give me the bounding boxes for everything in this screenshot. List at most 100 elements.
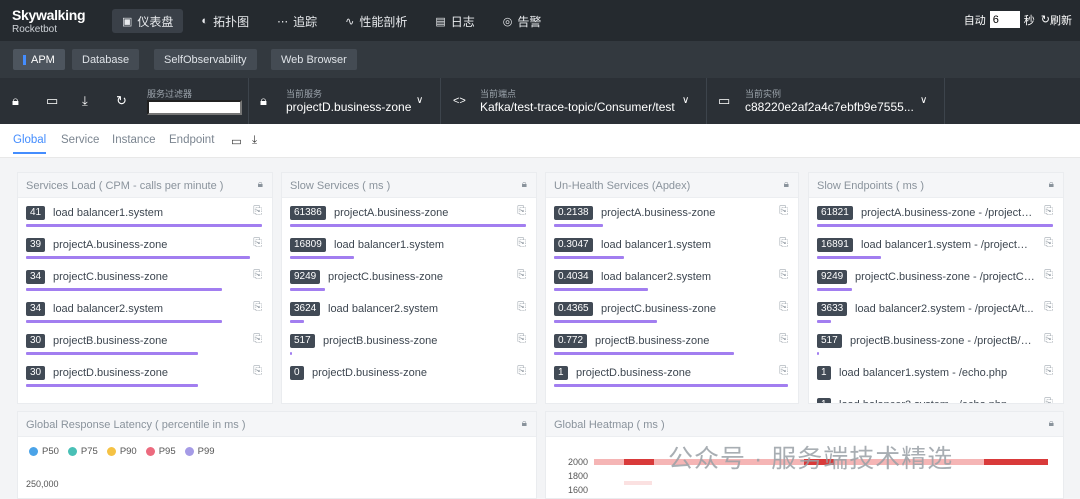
slow-service-row[interactable]: 16809 load balancer1.system ⎘ bbox=[290, 237, 526, 266]
heatmap-cell bbox=[624, 481, 652, 485]
copy-icon[interactable]: ⎘ bbox=[253, 269, 262, 282]
chevron-down-icon[interactable]: ∨ bbox=[416, 95, 423, 106]
copy-icon[interactable]: ⎘ bbox=[253, 301, 262, 314]
current-endpoint-select[interactable]: Kafka/test-trace-topic/Consumer/test bbox=[480, 100, 675, 114]
current-instance-select[interactable]: c88220e2af2a4c7ebfb9e7555... bbox=[745, 100, 914, 114]
nav-alarm[interactable]: ◎ 告警 bbox=[493, 9, 552, 33]
slow-endpoint-row[interactable]: 16891 load balancer1.system - /projectA/.… bbox=[817, 237, 1053, 266]
copy-icon[interactable]: ⎘ bbox=[779, 269, 788, 282]
copy-icon[interactable]: ⎘ bbox=[1044, 237, 1053, 250]
legend-p90[interactable]: P90 bbox=[106, 446, 137, 457]
slow-endpoint-row[interactable]: 61821 projectA.business-zone - /projectA.… bbox=[817, 205, 1053, 234]
copy-icon[interactable]: ⎘ bbox=[779, 301, 788, 314]
lock-icon[interactable]: 🔒︎ bbox=[522, 418, 527, 429]
nav-log[interactable]: ▤ 日志 bbox=[425, 9, 484, 33]
auto-interval-input[interactable] bbox=[989, 11, 1020, 28]
copy-icon[interactable]: ⎘ bbox=[517, 269, 526, 282]
copy-icon[interactable]: ⎘ bbox=[253, 365, 262, 378]
copy-icon[interactable]: ⎘ bbox=[517, 205, 526, 218]
copy-icon[interactable]: ⎘ bbox=[253, 237, 262, 250]
refresh-icon[interactable]: ↻ bbox=[1041, 13, 1050, 26]
nav-dashboard[interactable]: ▣ 仪表盘 bbox=[112, 9, 184, 33]
nav-profile[interactable]: ∿ 性能剖析 bbox=[335, 9, 417, 33]
value-bar bbox=[817, 288, 853, 291]
nav-topology[interactable]: ◐ 拓扑图 bbox=[191, 9, 259, 33]
slow-service-row[interactable]: 3624 load balancer2.system ⎘ bbox=[290, 301, 526, 330]
copy-icon[interactable]: ⎘ bbox=[517, 301, 526, 314]
unhealth-service-row[interactable]: 0.2138 projectA.business-zone ⎘ bbox=[554, 205, 788, 234]
slow-service-row[interactable]: 517 projectB.business-zone ⎘ bbox=[290, 333, 526, 362]
services-load-row[interactable]: 30 projectB.business-zone ⎘ bbox=[26, 333, 262, 362]
copy-icon[interactable]: ⎘ bbox=[517, 333, 526, 346]
reload-icon[interactable]: ↻ bbox=[116, 93, 127, 109]
skywalking-logo[interactable]: Skywalking Rocketbot bbox=[12, 7, 86, 35]
value-badge: 9249 bbox=[817, 270, 848, 284]
copy-icon[interactable]: ⎘ bbox=[1044, 205, 1053, 218]
chevron-down-icon[interactable]: ∨ bbox=[920, 95, 927, 106]
legend-p75[interactable]: P75 bbox=[67, 446, 98, 457]
services-load-row[interactable]: 41 load balancer1.system ⎘ bbox=[26, 205, 262, 234]
tab-web-browser[interactable]: Web Browser bbox=[271, 49, 357, 70]
subtab-global[interactable]: Global bbox=[13, 134, 47, 154]
copy-icon[interactable]: ⎘ bbox=[517, 365, 526, 378]
slow-service-row[interactable]: 0 projectD.business-zone ⎘ bbox=[290, 365, 526, 394]
copy-icon[interactable]: ⎘ bbox=[779, 365, 788, 378]
copy-icon[interactable]: ⎘ bbox=[1044, 301, 1053, 314]
refresh-button[interactable]: 刷新 bbox=[1050, 12, 1072, 28]
download-icon[interactable]: ⤓ bbox=[82, 93, 88, 109]
unhealth-service-row[interactable]: 0.4034 load balancer2.system ⎘ bbox=[554, 269, 788, 298]
lock-icon[interactable]: 🔒︎ bbox=[784, 179, 789, 190]
subtab-endpoint[interactable]: Endpoint bbox=[169, 134, 214, 146]
copy-icon[interactable]: ⎘ bbox=[1044, 333, 1053, 346]
copy-icon[interactable]: ⎘ bbox=[1044, 365, 1053, 378]
services-load-row[interactable]: 30 projectD.business-zone ⎘ bbox=[26, 365, 262, 394]
tab-database[interactable]: Database bbox=[72, 49, 140, 70]
unhealth-service-row[interactable]: 0.3047 load balancer1.system ⎘ bbox=[554, 237, 788, 266]
service-filter-input[interactable] bbox=[147, 100, 242, 115]
lock-icon[interactable]: 🔒︎ bbox=[1049, 179, 1054, 190]
folder-icon[interactable]: ▭ bbox=[231, 134, 242, 148]
services-load-row[interactable]: 34 load balancer2.system ⎘ bbox=[26, 301, 262, 330]
nav-trace[interactable]: ⋯ 追踪 bbox=[267, 9, 327, 33]
subtab-service[interactable]: Service bbox=[61, 134, 99, 146]
value-bar bbox=[554, 256, 625, 259]
copy-icon[interactable]: ⎘ bbox=[779, 205, 788, 218]
unhealth-service-row[interactable]: 0.4365 projectC.business-zone ⎘ bbox=[554, 301, 788, 330]
tab-apm[interactable]: APM bbox=[13, 49, 65, 70]
copy-icon[interactable]: ⎘ bbox=[1044, 269, 1053, 282]
slow-endpoint-row[interactable]: 3633 load balancer2.system - /projectA/t.… bbox=[817, 301, 1053, 330]
unhealth-service-row[interactable]: 0.772 projectB.business-zone ⎘ bbox=[554, 333, 788, 362]
unhealth-service-row[interactable]: 1 projectD.business-zone ⎘ bbox=[554, 365, 788, 394]
copy-icon[interactable]: ⎘ bbox=[1044, 397, 1053, 403]
copy-icon[interactable]: ⎘ bbox=[779, 333, 788, 346]
legend-p50[interactable]: P50 bbox=[29, 446, 59, 457]
lock-icon[interactable]: 🔒︎ bbox=[258, 179, 263, 190]
subtab-instance[interactable]: Instance bbox=[112, 134, 155, 146]
copy-icon[interactable]: ⎘ bbox=[253, 205, 262, 218]
panel-title: Slow Services ( ms ) 🔒︎ bbox=[282, 173, 536, 198]
legend-p95[interactable]: P95 bbox=[145, 446, 176, 457]
legend-p99[interactable]: P99 bbox=[184, 446, 215, 457]
value-badge: 16809 bbox=[290, 238, 326, 252]
copy-icon[interactable]: ⎘ bbox=[517, 237, 526, 250]
copy-icon[interactable]: ⎘ bbox=[253, 333, 262, 346]
tab-selfobservability[interactable]: SelfObservability bbox=[154, 49, 257, 70]
lock-icon[interactable]: 🔒︎ bbox=[522, 179, 527, 190]
copy-icon[interactable]: ⎘ bbox=[779, 237, 788, 250]
slow-endpoint-row[interactable]: 1 load balancer2.system - /echo.php ⎘ bbox=[817, 397, 1053, 403]
slow-endpoint-row[interactable]: 517 projectB.business-zone - /projectB/(v… bbox=[817, 333, 1053, 362]
slow-endpoint-row[interactable]: 1 load balancer1.system - /echo.php ⎘ bbox=[817, 365, 1053, 394]
current-service-select[interactable]: projectD.business-zone bbox=[286, 100, 411, 114]
value-bar bbox=[817, 352, 820, 355]
download-icon[interactable]: ⤓ bbox=[252, 134, 257, 147]
chevron-down-icon[interactable]: ∨ bbox=[682, 95, 689, 106]
slow-service-row[interactable]: 61386 projectA.business-zone ⎘ bbox=[290, 205, 526, 234]
services-load-row[interactable]: 39 projectA.business-zone ⎘ bbox=[26, 237, 262, 266]
lock-icon[interactable]: 🔒︎ bbox=[1049, 418, 1054, 429]
row-name: projectD.business-zone bbox=[576, 367, 691, 379]
slow-service-row[interactable]: 9249 projectC.business-zone ⎘ bbox=[290, 269, 526, 298]
folder-icon[interactable]: ▭ bbox=[46, 93, 58, 109]
services-load-row[interactable]: 34 projectC.business-zone ⎘ bbox=[26, 269, 262, 298]
lock-icon[interactable]: 🔒︎ bbox=[12, 93, 19, 109]
slow-endpoint-row[interactable]: 9249 projectC.business-zone - /projectC/.… bbox=[817, 269, 1053, 298]
